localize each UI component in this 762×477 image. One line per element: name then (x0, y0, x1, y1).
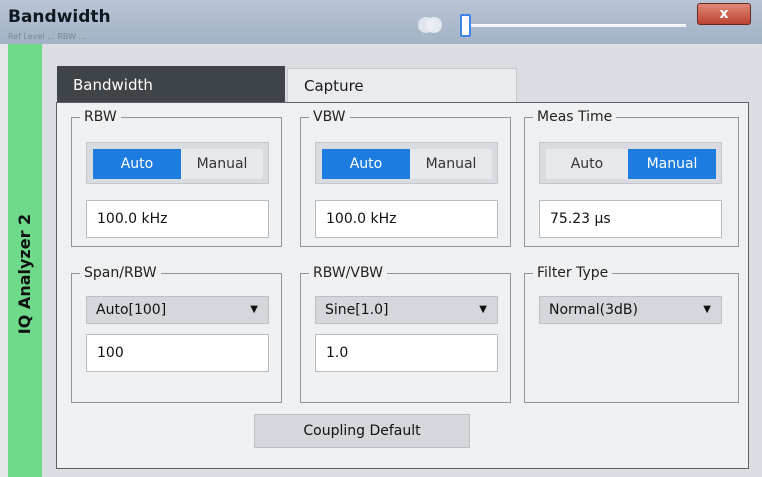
meas-time-group: Meas Time Auto Manual 75.23 µs (524, 108, 739, 247)
slider-thumb[interactable] (460, 14, 471, 37)
tab-capture[interactable]: Capture (287, 68, 517, 104)
vbw-group: VBW Auto Manual 100.0 kHz (300, 108, 511, 247)
channel-sidebar: IQ Analyzer 2 (8, 44, 42, 477)
title-bar: Bandwidth Ref Level ... RBW ... x (0, 0, 762, 44)
rbw-manual-button[interactable]: Manual (181, 149, 263, 179)
rbw-vbw-label: RBW/VBW (309, 264, 387, 282)
span-rbw-selected: Auto[100] (96, 302, 167, 318)
transparency-slider[interactable] (460, 14, 686, 38)
rbw-label: RBW (80, 108, 121, 126)
transparency-icon[interactable] (416, 14, 446, 36)
chevron-down-icon: ▼ (250, 304, 258, 315)
span-rbw-label: Span/RBW (80, 264, 161, 282)
left-edge (0, 44, 8, 477)
chevron-down-icon: ▼ (703, 304, 711, 315)
rbw-vbw-dropdown[interactable]: Sine[1.0] ▼ (315, 296, 498, 324)
meas-time-value-field[interactable]: 75.23 µs (539, 200, 722, 238)
span-rbw-value-field[interactable]: 100 (86, 334, 269, 372)
rbw-group: RBW Auto Manual 100.0 kHz (71, 108, 282, 247)
span-rbw-group: Span/RBW Auto[100] ▼ 100 (71, 264, 282, 403)
vbw-manual-button[interactable]: Manual (410, 149, 492, 179)
filter-type-dropdown[interactable]: Normal(3dB) ▼ (539, 296, 722, 324)
meas-time-toggle: Auto Manual (539, 142, 722, 184)
meas-time-label: Meas Time (533, 108, 617, 126)
vbw-label: VBW (309, 108, 350, 126)
filter-type-label: Filter Type (533, 264, 613, 282)
rbw-value-field[interactable]: 100.0 kHz (86, 200, 269, 238)
rbw-vbw-selected: Sine[1.0] (325, 302, 389, 318)
filter-type-selected: Normal(3dB) (549, 302, 638, 318)
channel-label: IQ Analyzer 2 (15, 213, 34, 335)
slider-track-line (460, 24, 686, 27)
window-title: Bandwidth (8, 7, 111, 27)
vbw-toggle: Auto Manual (315, 142, 498, 184)
dialog-content: Bandwidth Capture RBW Auto Manual 100.0 … (42, 44, 762, 477)
rbw-toggle: Auto Manual (86, 142, 269, 184)
rbw-vbw-value-field[interactable]: 1.0 (315, 334, 498, 372)
span-rbw-dropdown[interactable]: Auto[100] ▼ (86, 296, 269, 324)
vbw-value-field[interactable]: 100.0 kHz (315, 200, 498, 238)
tab-bandwidth[interactable]: Bandwidth (57, 66, 285, 104)
rbw-vbw-group: RBW/VBW Sine[1.0] ▼ 1.0 (300, 264, 511, 403)
meas-time-manual-button[interactable]: Manual (628, 149, 716, 179)
window-subtitle: Ref Level ... RBW ... (8, 32, 87, 41)
filter-type-group: Filter Type Normal(3dB) ▼ (524, 264, 739, 403)
rbw-auto-button[interactable]: Auto (93, 149, 181, 179)
meas-time-auto-button[interactable]: Auto (546, 149, 628, 179)
vbw-auto-button[interactable]: Auto (322, 149, 410, 179)
chevron-down-icon: ▼ (479, 304, 487, 315)
close-button[interactable]: x (697, 3, 751, 25)
coupling-default-button[interactable]: Coupling Default (254, 414, 470, 448)
